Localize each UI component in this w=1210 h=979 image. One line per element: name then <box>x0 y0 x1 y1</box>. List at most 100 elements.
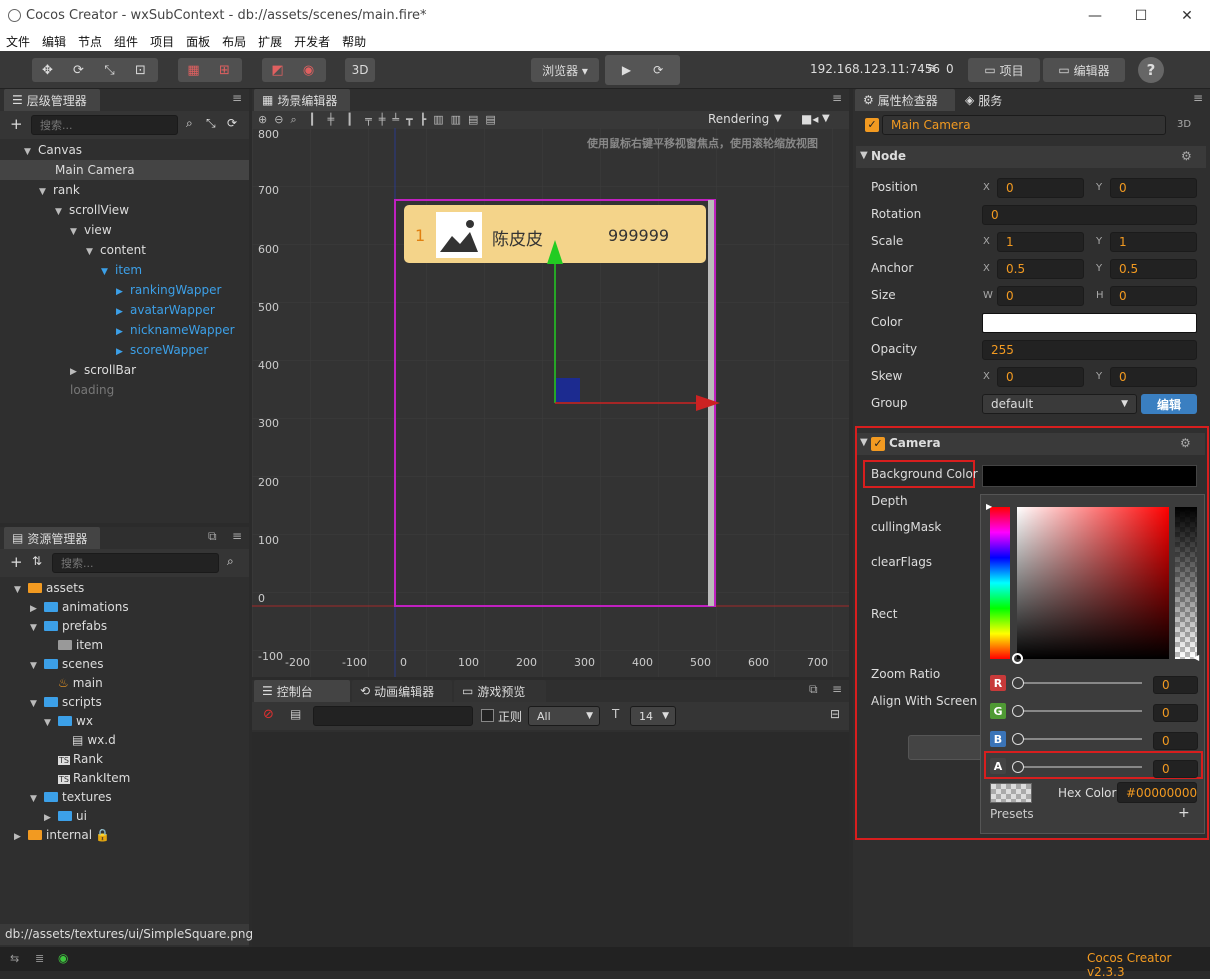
gear-icon[interactable]: ⚙ <box>1181 149 1192 163</box>
asset-rankitem-script[interactable]: TS RankItem <box>0 768 130 788</box>
sort-icon[interactable]: ⇅ <box>32 554 42 568</box>
collapse-log-icon[interactable]: ⊟ <box>830 707 840 721</box>
rendering-select[interactable]: Rendering <box>708 112 769 126</box>
menu-panel[interactable]: 面板 <box>180 33 216 50</box>
asset-prefabs[interactable]: ▼ prefabs <box>0 616 107 636</box>
skew-x-input[interactable]: 0 <box>997 367 1084 387</box>
tab-animation-editor[interactable]: ⟲ 动画编辑器 <box>352 680 452 702</box>
search-icon[interactable]: ⌕ <box>227 554 234 569</box>
menu-layout[interactable]: 布局 <box>216 33 252 50</box>
distribute-right-icon[interactable]: ▥ <box>451 113 461 126</box>
menu-file[interactable]: 文件 <box>0 33 36 50</box>
minimize-button[interactable]: — <box>1072 0 1118 31</box>
tree-node-rank[interactable]: ▼ rank <box>0 180 80 200</box>
asset-scene-main[interactable]: ♨ main <box>0 673 103 693</box>
tab-inspector[interactable]: ⚙ 属性检查器 <box>855 89 955 111</box>
opacity-input[interactable]: 255 <box>982 340 1197 360</box>
menu-project[interactable]: 项目 <box>144 33 180 50</box>
menu-developer[interactable]: 开发者 <box>288 33 336 50</box>
tab-console[interactable]: ☰ 控制台 <box>254 680 350 702</box>
align-middle-icon[interactable]: ╪ <box>379 113 386 126</box>
popout-icon[interactable]: ⧉ <box>809 682 818 697</box>
node-section-header[interactable]: ▼ Node ⚙ <box>856 146 1206 168</box>
collapse-icon[interactable]: ⤡ <box>206 116 216 131</box>
tree-node-scrollbar[interactable]: ▶ scrollBar <box>0 360 136 380</box>
a-input[interactable]: 0 <box>1153 760 1198 778</box>
menu-node[interactable]: 节点 <box>72 33 108 50</box>
tree-node-avatarwapper[interactable]: ▶ avatarWapper <box>0 300 215 320</box>
tree-node-loading[interactable]: loading <box>0 380 114 400</box>
tree-node-item[interactable]: ▼ item <box>0 260 142 280</box>
scene-viewport[interactable]: 1 陈皮皮 999999 使用鼠标右键平移视窗焦点，使用滚轮缩放视图 800 7… <box>252 128 849 677</box>
log-level-select[interactable]: All ▼ <box>528 706 600 726</box>
node-active-checkbox[interactable]: ✓ <box>865 118 879 132</box>
clear-icon[interactable]: ⊘ <box>263 707 274 722</box>
font-size-select[interactable]: 14 ▼ <box>630 706 676 726</box>
alpha-marker-icon[interactable]: ◀ <box>1193 653 1199 662</box>
browser-select[interactable]: 浏览器 ▾ <box>531 58 599 82</box>
saturation-value-area[interactable] <box>1017 507 1169 659</box>
rotation-input[interactable]: 0 <box>982 205 1197 225</box>
popout-icon[interactable]: ⧉ <box>208 529 217 544</box>
regex-checkbox[interactable] <box>481 709 494 722</box>
tree-node-content[interactable]: ▼ content <box>0 240 146 260</box>
b-slider-track[interactable] <box>1018 738 1142 740</box>
sv-cursor[interactable] <box>1012 653 1023 664</box>
asset-assets[interactable]: ▼ assets <box>0 578 84 598</box>
move-tool-icon[interactable]: ✥ <box>32 63 63 78</box>
menu-component[interactable]: 组件 <box>108 33 144 50</box>
align-right-icon[interactable]: ▕▏ <box>341 113 358 126</box>
add-asset-icon[interactable]: + <box>10 553 23 571</box>
zoom-out-icon[interactable]: ⊖ <box>274 113 283 126</box>
a-slider-knob[interactable] <box>1012 761 1024 773</box>
open-editor-button[interactable]: ▭ 编辑器 <box>1043 58 1125 82</box>
alpha-slider[interactable] <box>1175 507 1197 659</box>
target-icon[interactable]: ◉ <box>293 63 324 78</box>
g-slider-knob[interactable] <box>1012 705 1024 717</box>
badge-3d[interactable]: 3D <box>1177 119 1191 130</box>
align-center-icon[interactable]: ╪ <box>328 113 335 126</box>
mode-3d-button[interactable]: 3D <box>345 58 375 82</box>
open-project-button[interactable]: ▭ 项目 <box>968 58 1040 82</box>
panel-menu-icon[interactable]: ≡ <box>232 529 242 543</box>
distribute-h-icon[interactable]: ┳ <box>406 113 413 126</box>
camera-enabled-checkbox[interactable]: ✓ <box>871 437 885 451</box>
menu-help[interactable]: 帮助 <box>336 33 372 50</box>
asset-prefab-item[interactable]: item <box>0 635 103 655</box>
size-h-input[interactable]: 0 <box>1110 286 1197 306</box>
hue-marker-icon[interactable]: ▶ <box>986 502 992 511</box>
tab-hierarchy[interactable]: ☰ 层级管理器 <box>4 89 100 111</box>
scale-tool-icon[interactable]: ⤡ <box>94 63 125 78</box>
scale-y-input[interactable]: 1 <box>1110 232 1197 252</box>
a-slider-track[interactable] <box>1018 766 1142 768</box>
tree-node-rankingwapper[interactable]: ▶ rankingWapper <box>0 280 221 300</box>
group-select[interactable]: default ▼ <box>982 394 1137 414</box>
size-w-input[interactable]: 0 <box>997 286 1084 306</box>
console-filter-input[interactable] <box>313 706 473 726</box>
align-left-icon[interactable]: ▕▏ <box>304 113 321 126</box>
camera-section-header[interactable]: ▼ ✓ Camera ⚙ <box>857 433 1205 455</box>
position-x-input[interactable]: 0 <box>997 178 1084 198</box>
hex-color-input[interactable]: #00000000 <box>1117 782 1197 803</box>
align-top-icon[interactable]: ╤ <box>365 113 372 126</box>
refresh-icon[interactable]: ⟳ <box>227 116 237 130</box>
rotate-tool-icon[interactable]: ⟳ <box>63 63 94 78</box>
tree-node-nicknamewapper[interactable]: ▶ nicknameWapper <box>0 320 235 340</box>
asset-internal[interactable]: ▶ internal 🔒 <box>0 825 110 845</box>
asset-wx[interactable]: ▼ wx <box>0 711 93 731</box>
asset-animations[interactable]: ▶ animations <box>0 597 129 617</box>
skew-y-input[interactable]: 0 <box>1110 367 1197 387</box>
tab-assets[interactable]: ▤ 资源管理器 <box>4 527 100 549</box>
camera-icon[interactable]: ■◂ <box>801 112 818 126</box>
asset-scripts[interactable]: ▼ scripts <box>0 692 102 712</box>
menu-extension[interactable]: 扩展 <box>252 33 288 50</box>
snap-icon[interactable]: ◩ <box>262 63 293 78</box>
play-icon[interactable]: ▶ <box>622 63 631 77</box>
tab-services[interactable]: ◈ 服务 <box>957 89 1017 111</box>
color-swatch[interactable] <box>982 313 1197 333</box>
r-input[interactable]: 0 <box>1153 676 1198 694</box>
rect-tool-icon[interactable]: ⊡ <box>125 63 156 78</box>
b-input[interactable]: 0 <box>1153 732 1198 750</box>
asset-ui[interactable]: ▶ ui <box>0 806 87 826</box>
camera-action-button[interactable] <box>908 735 988 760</box>
